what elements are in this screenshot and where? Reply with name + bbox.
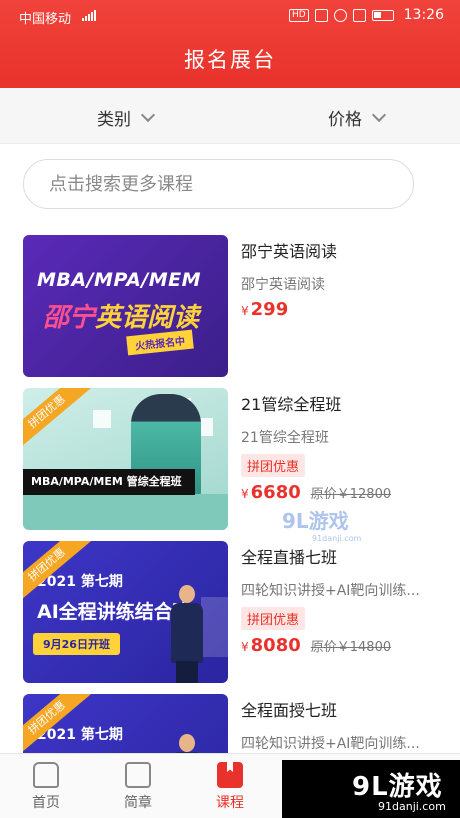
battery-icon bbox=[371, 9, 394, 21]
group-deal-ribbon: 拼团优惠 bbox=[23, 388, 92, 452]
course-subtitle: 邵宁英语阅读 bbox=[241, 277, 325, 293]
home-icon bbox=[33, 762, 59, 788]
tab-home[interactable]: 首页 bbox=[16, 762, 76, 812]
course-subtitle: 四轮知识讲授+AI靶向训练... bbox=[241, 736, 420, 752]
status-bar: 中国移动 HD 13:26 bbox=[0, 0, 460, 32]
price-filter[interactable]: 价格 bbox=[328, 105, 387, 130]
course-price: ¥6680 bbox=[241, 482, 301, 503]
illustration-teacher bbox=[171, 585, 203, 683]
course-thumbnail[interactable]: MBA/MPA/MEM 管综全程班 拼团优惠 bbox=[23, 388, 228, 530]
thumb-program-text: MBA/MPA/MEM bbox=[37, 269, 202, 291]
thumb-course-text: 邵宁英语阅读 bbox=[43, 303, 200, 333]
course-info: 全程直播七班 四轮知识讲授+AI靶向训练... 拼团优惠 ¥8080 原价￥14… bbox=[241, 541, 437, 656]
thumb-caption: MBA/MPA/MEM 管综全程班 bbox=[23, 469, 195, 495]
profile-card-icon bbox=[125, 762, 151, 788]
group-deal-tag: 拼团优惠 bbox=[241, 607, 306, 630]
watermark-logo: 9L游戏 bbox=[352, 772, 443, 802]
category-filter-label: 类别 bbox=[97, 110, 131, 130]
bookmark-icon bbox=[217, 762, 243, 788]
watermark-url: 91danji.com bbox=[378, 800, 446, 813]
tab-brochure[interactable]: 简章 bbox=[108, 762, 168, 812]
corner-watermark: 9L游戏 91danji.com bbox=[282, 760, 460, 818]
course-price: ¥8080 bbox=[241, 635, 301, 656]
status-icons: HD 13:26 bbox=[288, 7, 444, 23]
course-card[interactable]: MBA/MPA/MEM 邵宁英语阅读 火热报名中 邵宁英语阅读 邵宁英语阅读 ¥… bbox=[23, 235, 437, 377]
course-subtitle: 四轮知识讲授+AI靶向训练... bbox=[241, 583, 420, 599]
course-info: 全程面授七班 四轮知识讲授+AI靶向训练... bbox=[241, 694, 437, 753]
price-row: ¥8080 原价￥14800 bbox=[241, 635, 437, 656]
sticky-note-graphic bbox=[93, 410, 111, 428]
page-title: 报名展台 bbox=[184, 48, 276, 72]
group-deal-tag: 拼团优惠 bbox=[241, 454, 306, 477]
tab-home-label: 首页 bbox=[32, 795, 60, 811]
chevron-down-icon bbox=[140, 107, 156, 122]
price-row: ¥6680 原价￥12800 bbox=[241, 482, 437, 503]
search-box[interactable] bbox=[23, 159, 414, 209]
hd-badge: HD bbox=[288, 8, 309, 22]
course-price: ¥299 bbox=[241, 299, 289, 320]
alarm-icon bbox=[333, 8, 347, 22]
price-row: ¥299 bbox=[241, 299, 437, 320]
filter-bar: 类别 价格 bbox=[0, 88, 460, 144]
course-thumbnail[interactable]: 2021 第七期 AI全程讲练结合班 9月26日开班 拼团优惠 bbox=[23, 541, 228, 683]
tab-courses-label: 课程 bbox=[216, 795, 244, 811]
tab-courses[interactable]: 课程 bbox=[200, 762, 260, 812]
course-title: 邵宁英语阅读 bbox=[241, 242, 338, 261]
course-card[interactable]: 2021 第七期 AI全程讲练结合班 9月26日开班 拼团优惠 全程直播七班 四… bbox=[23, 541, 437, 683]
course-thumbnail[interactable]: MBA/MPA/MEM 邵宁英语阅读 火热报名中 bbox=[23, 235, 228, 377]
illustration-desk bbox=[23, 494, 228, 530]
course-info: 邵宁英语阅读 邵宁英语阅读 ¥299 bbox=[241, 235, 437, 320]
signal-icon bbox=[82, 9, 96, 21]
course-info: 21管综全程班 21管综全程班 拼团优惠 ¥6680 原价￥12800 bbox=[241, 388, 437, 503]
course-title: 21管综全程班 bbox=[241, 395, 342, 414]
course-subtitle: 21管综全程班 bbox=[241, 430, 329, 446]
tab-brochure-label: 简章 bbox=[124, 795, 152, 811]
thumb-start-date: 9月26日开班 bbox=[33, 633, 120, 655]
thumb-headline: AI全程讲练结合班 bbox=[37, 601, 192, 623]
price-filter-label: 价格 bbox=[328, 110, 362, 130]
clock: 13:26 bbox=[403, 7, 444, 23]
category-filter[interactable]: 类别 bbox=[97, 105, 156, 130]
search-input[interactable] bbox=[24, 160, 413, 208]
course-title: 全程直播七班 bbox=[241, 548, 338, 567]
illustration-board bbox=[201, 597, 228, 657]
original-price: 原价￥12800 bbox=[310, 487, 392, 502]
chevron-down-icon bbox=[371, 107, 387, 122]
watermark: 9L游戏 91danji.com bbox=[282, 509, 362, 543]
vibrate-icon bbox=[352, 8, 366, 22]
carrier-label: 中国移动 bbox=[19, 12, 72, 27]
original-price: 原价￥14800 bbox=[310, 640, 392, 655]
nfc-icon bbox=[314, 8, 328, 22]
course-card[interactable]: MBA/MPA/MEM 管综全程班 拼团优惠 21管综全程班 21管综全程班 拼… bbox=[23, 388, 437, 530]
course-title: 全程面授七班 bbox=[241, 701, 338, 720]
app-header: 中国移动 HD 13:26 报名展台 bbox=[0, 0, 460, 88]
